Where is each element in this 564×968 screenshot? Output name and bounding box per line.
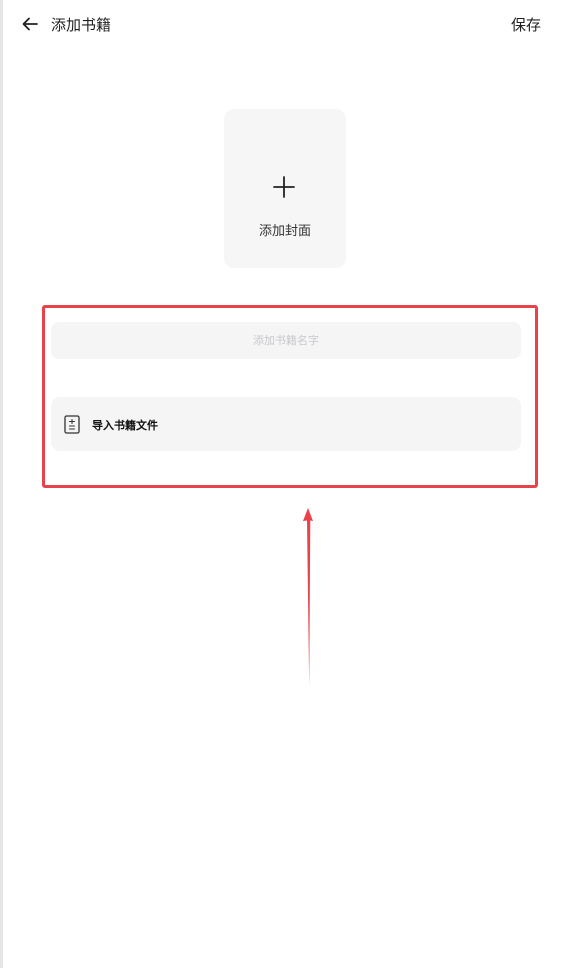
page-title: 添加书籍 — [51, 16, 112, 34]
book-name-input[interactable] — [51, 322, 521, 359]
import-book-file-label: 导入书籍文件 — [92, 419, 158, 432]
annotation-arrow — [303, 508, 313, 686]
add-book-page: 添加书籍 保存 添加封面 导入书籍文件 — [0, 0, 564, 968]
plus-icon — [273, 176, 295, 198]
window-edge — [0, 0, 3, 968]
add-cover-button[interactable]: 添加封面 — [224, 109, 346, 268]
top-bar: 添加书籍 保存 — [0, 0, 564, 50]
document-icon — [64, 415, 80, 434]
arrow-left-icon — [22, 17, 38, 31]
save-button[interactable]: 保存 — [511, 14, 541, 35]
add-cover-label: 添加封面 — [258, 224, 311, 239]
back-button[interactable] — [18, 12, 42, 36]
import-book-file-button[interactable]: 导入书籍文件 — [51, 397, 521, 451]
